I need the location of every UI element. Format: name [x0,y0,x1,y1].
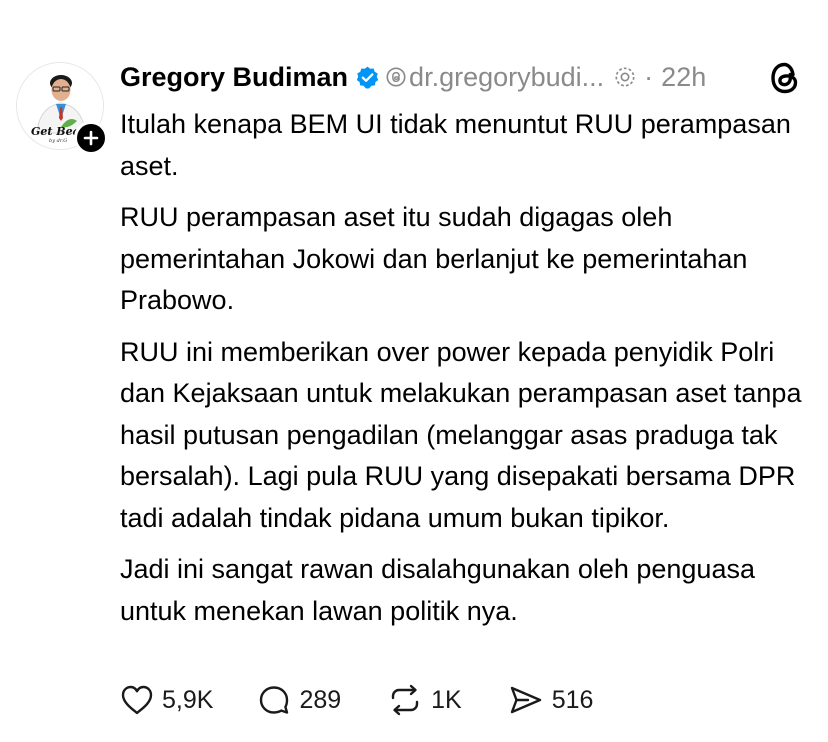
plus-icon [83,130,99,146]
avatar-brand-subtext: by dr.G [49,138,68,144]
share-count: 516 [551,685,594,714]
post-paragraph: Itulah kenapa BEM UI tidak menuntut RUU … [120,109,791,181]
threads-logo-icon[interactable] [768,60,802,101]
like-count: 5,9K [162,685,214,714]
post-header: Gregory Budiman dr.gregorybudi... · 22h [120,58,706,96]
comment-icon [260,686,289,714]
follow-button[interactable] [74,121,108,155]
post-body: Itulah kenapa BEM UI tidak menuntut RUU … [120,104,820,642]
like-button[interactable]: 5,9K [120,684,213,716]
reply-button[interactable]: 289 [257,684,341,716]
repost-button[interactable]: 1K [387,684,462,716]
post-paragraph: RUU perampasan aset itu sudah digagas ol… [120,202,748,315]
author-handle: dr.gregorybudi... [409,61,605,92]
ai-label-icon[interactable] [614,66,636,88]
verified-badge-icon [355,65,380,90]
repost-icon [391,684,419,716]
share-button[interactable]: 516 [508,684,594,716]
send-icon [510,686,541,714]
avatar-brand-text: Get Bea [31,125,80,138]
post-paragraph: RUU ini memberikan over power kepada pen… [120,336,802,533]
author-name[interactable]: Gregory Budiman [120,62,348,93]
handle-link[interactable]: dr.gregorybudi... [385,62,604,93]
threads-handle-icon [386,67,406,87]
repost-count: 1K [431,685,462,714]
header-separator: · [644,61,654,92]
reply-count: 289 [299,685,342,714]
heart-icon [121,685,153,715]
post-actions: 5,9K 289 1K 516 [120,678,593,722]
post-timestamp[interactable]: 22h [661,62,706,93]
post-paragraph: Jadi ini sangat rawan disalahgunakan ole… [120,554,755,626]
